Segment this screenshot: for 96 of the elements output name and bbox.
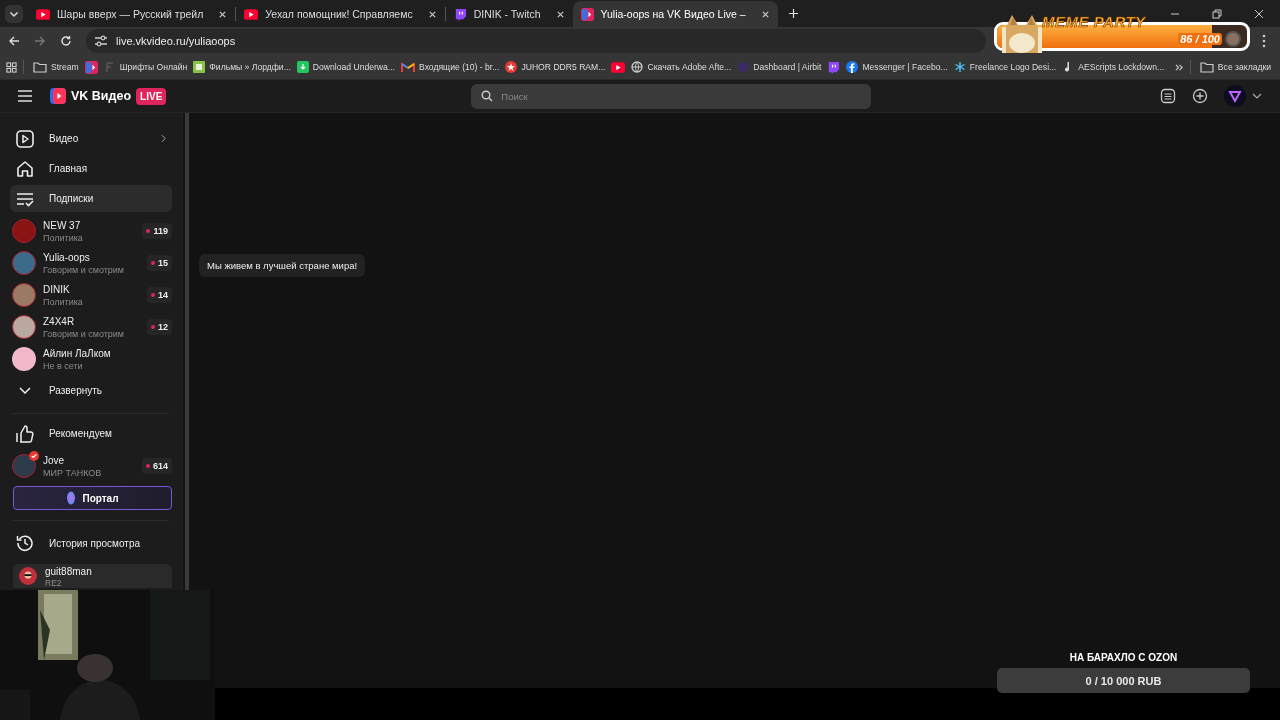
viewer-count: 119 xyxy=(142,223,172,239)
viewer-count: 614 xyxy=(141,458,172,474)
chevron-right-icon xyxy=(161,134,166,143)
account-card[interactable]: guit88man RE2 xyxy=(13,564,172,588)
bookmark[interactable]: AEScripts Lockdown... xyxy=(1059,57,1168,77)
browser-tab[interactable]: Шары вверх — Русский трейл xyxy=(28,1,236,27)
address-bar[interactable]: live.vkvideo.ru/yuliaoops xyxy=(86,29,986,53)
expand-button[interactable]: Развернуть xyxy=(10,377,172,404)
avatar xyxy=(1225,31,1241,47)
film-icon xyxy=(193,61,206,73)
channel-item[interactable]: NEW 37 Политика 119 xyxy=(10,215,172,247)
facebook-icon xyxy=(846,61,859,73)
chevron-down-icon[interactable] xyxy=(1252,93,1262,99)
play-icon xyxy=(244,8,259,20)
mail-icon xyxy=(401,61,415,73)
goal-title: НА БАРАХЛО С OZON xyxy=(1069,652,1178,663)
live-icon xyxy=(580,7,594,21)
dot-icon xyxy=(737,61,750,73)
bookmark[interactable]: Скачать Adobe Afte... xyxy=(628,57,735,77)
more-menu-icon[interactable] xyxy=(1262,34,1266,48)
avatar[interactable] xyxy=(1224,85,1246,107)
viewer-count: 15 xyxy=(147,255,172,271)
close-icon[interactable] xyxy=(1254,8,1264,19)
bookmark[interactable]: Фильмы » Лордфи... xyxy=(190,57,294,77)
menu-icon[interactable] xyxy=(17,90,33,102)
download-icon xyxy=(296,61,309,73)
bookmark[interactable]: JUHOR DDR5 RAM... xyxy=(502,57,609,77)
bookmark[interactable]: Messenger | Facebo... xyxy=(843,57,951,77)
portal-button[interactable]: Портал xyxy=(13,486,172,510)
sidebar-item[interactable]: Видео xyxy=(10,125,172,152)
forward-icon[interactable] xyxy=(34,35,46,47)
globe-icon xyxy=(631,61,644,73)
bookmark[interactable]: Freelance Logo Desi... xyxy=(950,57,1060,77)
font-icon xyxy=(103,61,116,73)
all-bookmarks-button[interactable]: Все закладки xyxy=(1196,57,1274,77)
restore-icon[interactable] xyxy=(1212,8,1222,19)
bookmark[interactable]: Шрифты Онлайн xyxy=(100,57,191,77)
browser-tab[interactable]: Уехал помощник! Справляемс xyxy=(236,1,445,27)
close-icon[interactable] xyxy=(427,9,437,19)
goal-reading: 0 / 10 000 RUB xyxy=(1084,673,1163,689)
new-tab-icon[interactable] xyxy=(787,8,799,19)
logo-text[interactable]: VK Видео xyxy=(71,89,132,103)
tab-search-icon[interactable] xyxy=(5,4,23,23)
thumbs-up-icon xyxy=(15,423,35,444)
channel-item[interactable]: Айлин ЛаЛком Не в сети xyxy=(10,343,172,375)
back-icon[interactable] xyxy=(8,35,20,47)
live-badge: LIVE xyxy=(136,87,167,105)
avatar xyxy=(19,567,37,585)
sidebar-item[interactable]: Подписки xyxy=(10,185,172,212)
search-icon xyxy=(481,90,494,102)
browser-tab[interactable]: Yulia-oops на VK Видео Live – xyxy=(572,1,778,27)
account-name: guit88man xyxy=(45,567,93,577)
channel-item[interactable]: Jove МИР ТАНКОВ 614 xyxy=(10,450,172,482)
viewer-count: 12 xyxy=(147,319,172,335)
close-icon[interactable] xyxy=(218,9,228,19)
add-icon[interactable] xyxy=(1192,88,1208,104)
chevron-down-icon xyxy=(19,387,31,394)
channel-item[interactable]: Yulia-oops Говорим и смотрим 15 xyxy=(10,247,172,279)
play-icon xyxy=(36,8,50,20)
list-icon[interactable] xyxy=(1160,88,1176,104)
star-icon xyxy=(505,61,518,73)
portal-icon xyxy=(66,491,77,505)
bookmark[interactable]: Входящие (10) - br... xyxy=(398,57,503,77)
sidebar-item[interactable]: Рекомендуем xyxy=(10,420,172,447)
sidebar-item[interactable]: Главная xyxy=(10,155,172,182)
bookmark[interactable]: Download Underwa... xyxy=(293,57,398,77)
site-settings-icon[interactable] xyxy=(94,35,108,47)
live-icon[interactable] xyxy=(84,60,98,74)
folder-icon xyxy=(33,61,47,73)
account-subtitle: RE2 xyxy=(45,578,63,588)
chevrons-right-icon[interactable] xyxy=(1174,62,1184,72)
tooltip: Мы живем в лучшей стране мира! xyxy=(199,254,366,277)
channel-item[interactable]: DINIK Политика 14 xyxy=(10,279,172,311)
asterisk-icon xyxy=(953,61,966,73)
bookmark[interactable]: Stream xyxy=(30,57,82,77)
reload-icon[interactable] xyxy=(60,35,72,47)
play-icon[interactable] xyxy=(611,61,626,73)
twitch-icon xyxy=(453,7,467,21)
play-icon xyxy=(15,128,35,149)
browser-tab[interactable]: DINIK - Twitch xyxy=(445,1,573,27)
search-field[interactable]: Поиск xyxy=(471,83,872,109)
close-icon[interactable] xyxy=(555,9,565,19)
twitch-icon[interactable] xyxy=(827,60,841,74)
close-icon[interactable] xyxy=(760,9,770,19)
sidebar-item[interactable]: История просмотра xyxy=(10,527,172,559)
channel-item[interactable]: Z4X4R Говорим и смотрим 12 xyxy=(10,311,172,343)
home-icon xyxy=(15,158,35,179)
viewer-count: 14 xyxy=(147,287,172,303)
bookmark[interactable]: Dashboard | Airbit xyxy=(734,57,825,77)
scrollbar[interactable] xyxy=(185,113,189,591)
progress-reading: 86 / 100 xyxy=(1178,33,1222,45)
overlay-title: MEME PARTY xyxy=(1042,13,1146,30)
folder-icon xyxy=(1199,61,1214,73)
apps-grid-icon[interactable] xyxy=(6,61,17,73)
history-icon xyxy=(15,533,35,553)
logo-icon xyxy=(50,88,66,104)
